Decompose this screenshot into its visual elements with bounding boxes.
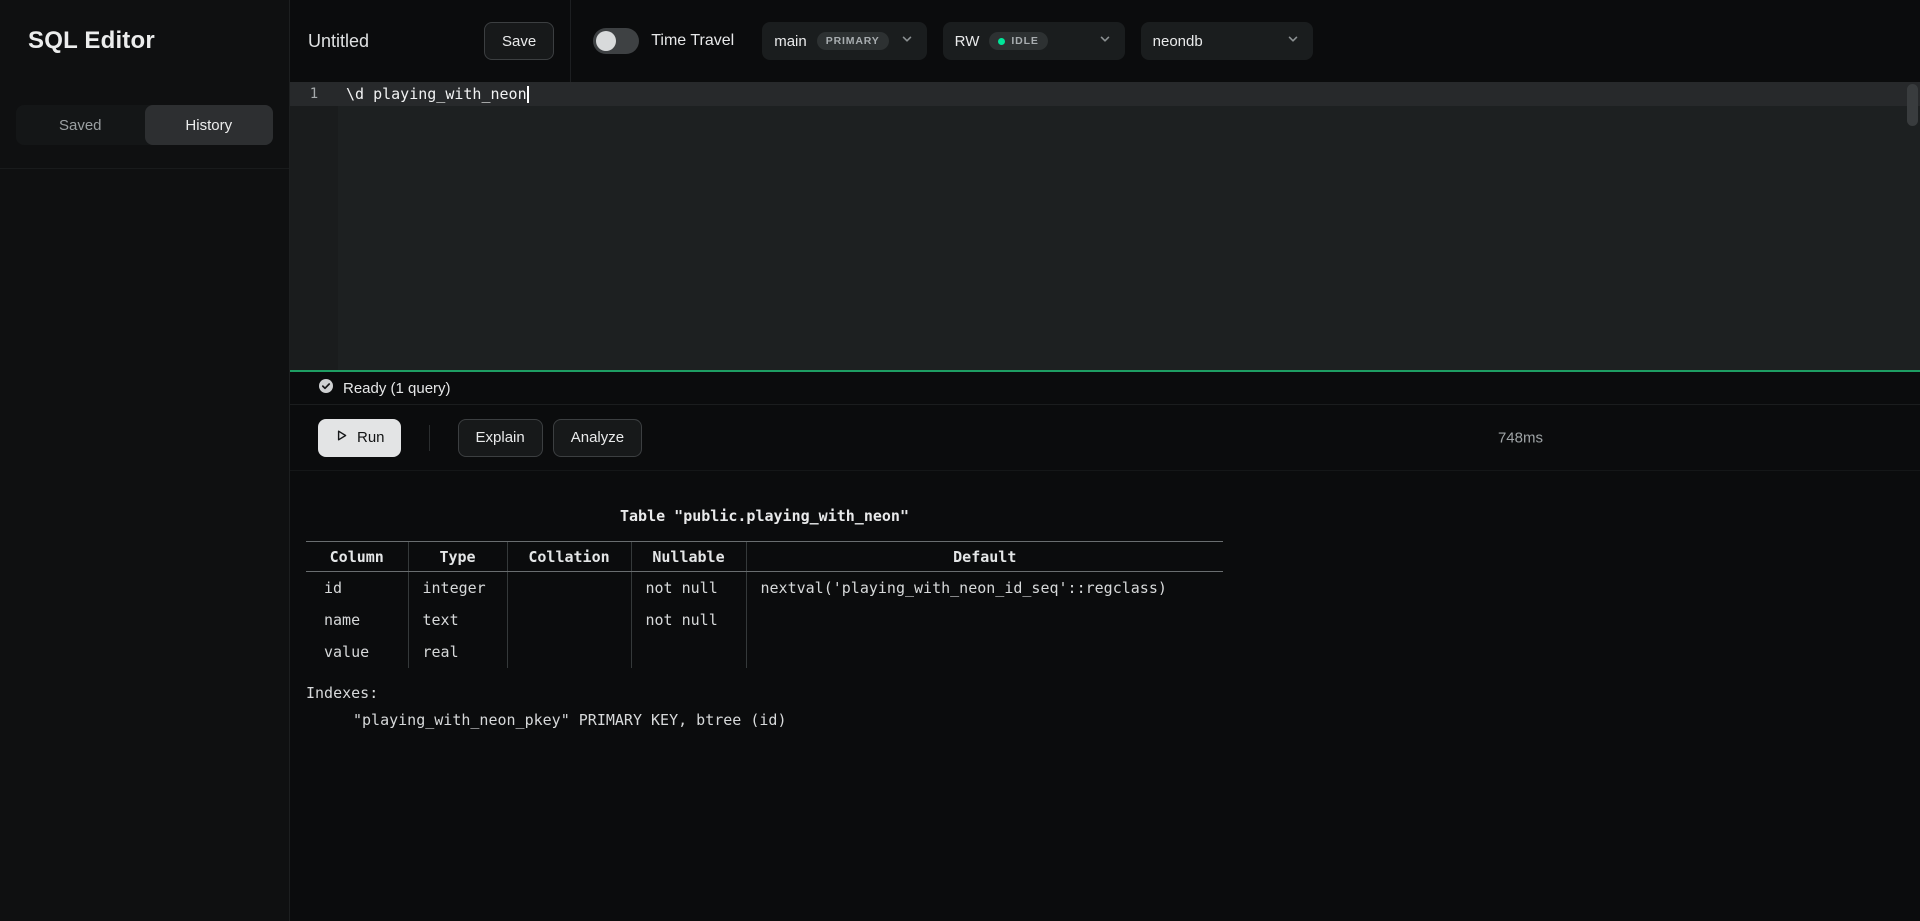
compute-status-label: IDLE xyxy=(1011,35,1038,47)
time-travel-group: Time Travel xyxy=(593,28,734,54)
status-text: Ready (1 query) xyxy=(343,380,451,397)
query-title: Untitled xyxy=(308,31,369,52)
table-cell xyxy=(631,636,746,668)
table-cell: real xyxy=(408,636,507,668)
check-circle-icon xyxy=(318,378,334,398)
topbar: Untitled Save Time Travel main PRIMARY R… xyxy=(290,0,1920,82)
table-cell: text xyxy=(408,604,507,636)
code-editor[interactable]: 1 \d playing_with_neon xyxy=(290,82,1920,370)
column-header: Nullable xyxy=(631,542,746,572)
database-select[interactable]: neondb xyxy=(1141,22,1313,60)
analyze-button[interactable]: Analyze xyxy=(553,419,642,457)
table-cell: not null xyxy=(631,572,746,604)
play-icon xyxy=(334,428,349,447)
table-row: id integer not null nextval('playing_wit… xyxy=(306,572,1223,604)
time-travel-label: Time Travel xyxy=(651,32,734,50)
table-cell xyxy=(507,572,631,604)
query-duration: 748ms xyxy=(1498,429,1543,446)
database-name: neondb xyxy=(1153,33,1203,50)
column-header: Default xyxy=(746,542,1223,572)
results-panel: Table "public.playing_with_neon" Column … xyxy=(290,470,1920,921)
sidebar-divider xyxy=(0,168,289,169)
idle-status-dot xyxy=(998,38,1005,45)
chevron-down-icon xyxy=(1285,31,1301,51)
tab-history[interactable]: History xyxy=(145,105,274,145)
branch-name: main xyxy=(774,33,807,50)
explain-button[interactable]: Explain xyxy=(458,419,543,457)
text-caret xyxy=(527,86,529,103)
run-button[interactable]: Run xyxy=(318,419,401,457)
table-cell: id xyxy=(306,572,408,604)
table-cell xyxy=(746,604,1223,636)
editor-scrollbar[interactable] xyxy=(1907,84,1918,126)
table-cell: integer xyxy=(408,572,507,604)
chevron-down-icon xyxy=(1097,31,1113,51)
index-definition: "playing_with_neon_pkey" PRIMARY KEY, bt… xyxy=(353,711,1920,729)
branch-select[interactable]: main PRIMARY xyxy=(762,22,926,60)
status-bar: Ready (1 query) xyxy=(290,372,1920,405)
table-cell: not null xyxy=(631,604,746,636)
table-row: value real xyxy=(306,636,1223,668)
saved-history-tabs: Saved History xyxy=(16,105,273,145)
topbar-divider xyxy=(570,0,571,82)
table-cell xyxy=(746,636,1223,668)
line-number: 1 xyxy=(290,86,338,102)
chevron-down-icon xyxy=(899,31,915,51)
query-toolbar: Run Explain Analyze 748ms xyxy=(290,405,1920,470)
table-cell xyxy=(507,636,631,668)
run-button-label: Run xyxy=(357,429,385,446)
psql-result-table: Column Type Collation Nullable Default i… xyxy=(306,541,1223,668)
branch-primary-badge: PRIMARY xyxy=(817,32,889,50)
compute-status-badge: IDLE xyxy=(989,32,1047,50)
compute-name: RW xyxy=(955,33,980,50)
table-header-row: Column Type Collation Nullable Default xyxy=(306,542,1223,572)
editor-current-line[interactable]: 1 \d playing_with_neon xyxy=(290,82,1920,106)
column-header: Type xyxy=(408,542,507,572)
indexes-label: Indexes: xyxy=(306,684,1920,702)
toggle-knob xyxy=(596,31,616,51)
tab-saved[interactable]: Saved xyxy=(16,105,145,145)
save-button[interactable]: Save xyxy=(484,22,554,60)
table-cell: value xyxy=(306,636,408,668)
topbar-left: Untitled Save xyxy=(308,22,554,60)
table-cell: nextval('playing_with_neon_id_seq'::regc… xyxy=(746,572,1223,604)
table-cell xyxy=(507,604,631,636)
toolbar-divider xyxy=(429,425,430,451)
sql-editor-app: SQL Editor Saved History Untitled Save T… xyxy=(0,0,1920,921)
table-row: name text not null xyxy=(306,604,1223,636)
code-text: \d playing_with_neon xyxy=(346,85,527,103)
column-header: Collation xyxy=(507,542,631,572)
table-cell: name xyxy=(306,604,408,636)
column-header: Column xyxy=(306,542,408,572)
page-title: SQL Editor xyxy=(28,27,155,55)
compute-select[interactable]: RW IDLE xyxy=(943,22,1125,60)
editor-gutter xyxy=(290,82,338,370)
sidebar-header: SQL Editor xyxy=(0,0,289,82)
result-table-title: Table "public.playing_with_neon" xyxy=(306,507,1223,525)
time-travel-toggle[interactable] xyxy=(593,28,639,54)
main-panel: Untitled Save Time Travel main PRIMARY R… xyxy=(290,0,1920,921)
sidebar: SQL Editor Saved History xyxy=(0,0,290,921)
